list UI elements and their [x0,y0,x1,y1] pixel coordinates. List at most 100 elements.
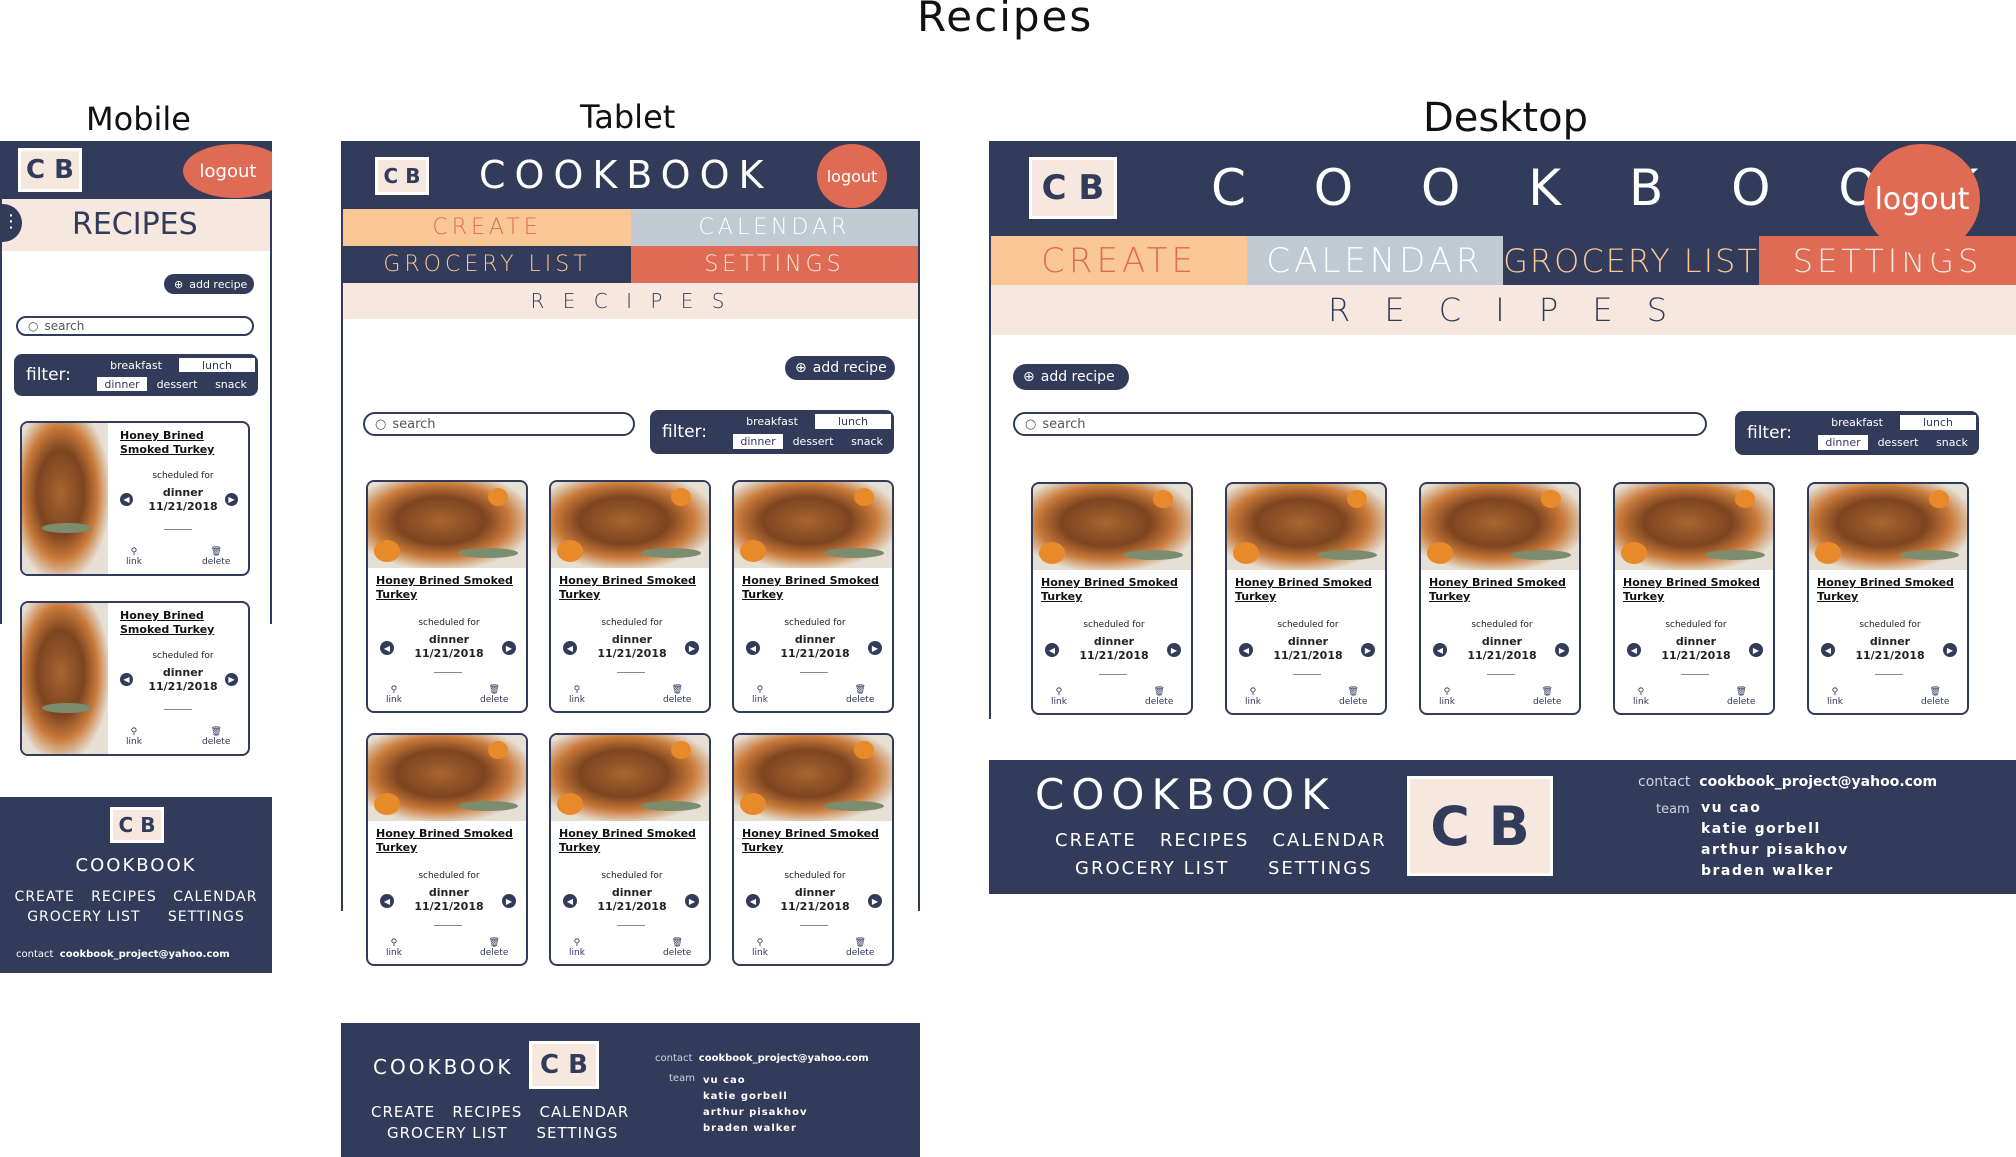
filter-breakfast[interactable]: breakfast [732,413,812,430]
recipe-title[interactable]: Honey Brined Smoked Turkey [120,609,214,637]
recipe-card[interactable]: Honey Brined Smoked Turkey scheduled for … [20,601,250,756]
link-icon[interactable]: ⚲ link [386,685,402,705]
chevron-right-icon[interactable]: ▶ [1943,643,1957,657]
logout-button[interactable]: logout [183,144,272,198]
filter-snack[interactable]: snack [842,433,892,450]
chevron-left-icon[interactable]: ◀ [120,673,133,686]
recipe-card[interactable]: Honey Brined Smoked Turkey scheduled for … [549,733,711,966]
chevron-left-icon[interactable]: ◀ [746,641,760,655]
link-icon[interactable]: ⚲ link [569,938,585,958]
recipe-card[interactable]: Honey Brined Smoked Turkey scheduled for … [1807,482,1969,715]
link-icon[interactable]: ⚲ link [1051,687,1067,707]
logo[interactable]: C B [375,157,429,195]
nav-calendar[interactable]: CALENDAR [1247,236,1503,285]
recipe-card[interactable]: Honey Brined Smoked Turkey scheduled for … [1613,482,1775,715]
footer-nav[interactable]: CREATE RECIPES CALENDAR [371,1103,629,1121]
recipe-title[interactable]: Honey Brined Smoked Turkey [1817,576,1954,604]
chevron-left-icon[interactable]: ◀ [1433,643,1447,657]
filter-dessert[interactable]: dessert [786,433,840,450]
trash-icon[interactable]: 🗑 delete [1727,687,1755,707]
filter-dinner[interactable]: dinner [1817,434,1869,451]
footer-nav[interactable]: CREATE RECIPES CALENDAR [1055,830,1387,851]
logo[interactable]: C B [1029,157,1117,219]
recipe-title[interactable]: Honey Brined Smoked Turkey [376,827,513,855]
chevron-right-icon[interactable]: ▶ [1361,643,1375,657]
chevron-right-icon[interactable]: ▶ [502,894,516,908]
add-recipe-button[interactable]: ⊕ add recipe [164,274,254,294]
recipe-card[interactable]: Honey Brined Smoked Turkey scheduled for … [20,421,250,576]
trash-icon[interactable]: 🗑 delete [480,685,508,705]
recipe-title[interactable]: Honey Brined Smoked Turkey [120,429,214,457]
link-icon[interactable]: ⚲ link [386,938,402,958]
link-icon[interactable]: ⚲ link [1827,687,1843,707]
chevron-left-icon[interactable]: ◀ [1239,643,1253,657]
add-recipe-button[interactable]: ⊕ add recipe [785,356,895,380]
chevron-left-icon[interactable]: ◀ [746,894,760,908]
recipe-title[interactable]: Honey Brined Smoked Turkey [559,574,696,602]
recipe-title[interactable]: Honey Brined Smoked Turkey [1429,576,1566,604]
search-input[interactable]: ○ search [363,412,635,436]
trash-icon[interactable]: 🗑 delete [1339,687,1367,707]
chevron-right-icon[interactable]: ▶ [225,493,238,506]
recipe-card[interactable]: Honey Brined Smoked Turkey scheduled for … [366,480,528,713]
chevron-left-icon[interactable]: ◀ [380,641,394,655]
trash-icon[interactable]: 🗑 delete [663,938,691,958]
chevron-right-icon[interactable]: ▶ [502,641,516,655]
nav-grocery-list[interactable]: GROCERY LIST [1503,236,1759,285]
recipe-card[interactable]: Honey Brined Smoked Turkey scheduled for … [366,733,528,966]
filter-lunch[interactable]: lunch [178,357,256,373]
filter-breakfast[interactable]: breakfast [1817,414,1897,431]
filter-dinner[interactable]: dinner [96,376,148,392]
trash-icon[interactable]: 🗑 delete [1921,687,1949,707]
recipe-title[interactable]: Honey Brined Smoked Turkey [559,827,696,855]
chevron-right-icon[interactable]: ▶ [1167,643,1181,657]
link-icon[interactable]: ⚲ link [1245,687,1261,707]
link-icon[interactable]: ⚲ link [752,938,768,958]
filter-snack[interactable]: snack [206,376,256,392]
nav-create[interactable]: CREATE [343,209,631,246]
search-input[interactable]: ○ search [1013,412,1707,436]
nav-create[interactable]: CREATE [991,236,1247,285]
contact-email[interactable]: cookbook_project@yahoo.com [699,1053,869,1064]
recipe-card[interactable]: Honey Brined Smoked Turkey scheduled for … [732,480,894,713]
recipe-title[interactable]: Honey Brined Smoked Turkey [742,574,879,602]
chevron-left-icon[interactable]: ◀ [1045,643,1059,657]
filter-dessert[interactable]: dessert [1871,434,1925,451]
filter-lunch[interactable]: lunch [1899,414,1977,431]
filter-dinner[interactable]: dinner [732,433,784,450]
trash-icon[interactable]: 🗑 delete [202,547,230,567]
recipe-title[interactable]: Honey Brined Smoked Turkey [376,574,513,602]
recipe-card[interactable]: Honey Brined Smoked Turkey scheduled for … [549,480,711,713]
chevron-left-icon[interactable]: ◀ [1821,643,1835,657]
add-recipe-button[interactable]: ⊕ add recipe [1013,364,1129,390]
contact-email[interactable]: cookbook_project@yahoo.com [1699,774,1937,790]
trash-icon[interactable]: 🗑 delete [846,685,874,705]
footer-nav[interactable]: GROCERY LIST SETTINGS [0,909,272,925]
trash-icon[interactable]: 🗑 delete [663,685,691,705]
logo[interactable]: C B [18,148,82,192]
link-icon[interactable]: ⚲ link [126,547,142,567]
chevron-right-icon[interactable]: ▶ [868,641,882,655]
chevron-right-icon[interactable]: ▶ [225,673,238,686]
contact-email[interactable]: cookbook_project@yahoo.com [60,949,230,960]
chevron-left-icon[interactable]: ◀ [1627,643,1641,657]
chevron-right-icon[interactable]: ▶ [1555,643,1569,657]
filter-dessert[interactable]: dessert [150,376,204,392]
chevron-right-icon[interactable]: ▶ [685,641,699,655]
recipe-card[interactable]: Honey Brined Smoked Turkey scheduled for … [1031,482,1193,715]
chevron-right-icon[interactable]: ▶ [1749,643,1763,657]
trash-icon[interactable]: 🗑 delete [846,938,874,958]
link-icon[interactable]: ⚲ link [752,685,768,705]
chevron-left-icon[interactable]: ◀ [380,894,394,908]
link-icon[interactable]: ⚲ link [126,727,142,747]
filter-lunch[interactable]: lunch [814,413,892,430]
filter-snack[interactable]: snack [1927,434,1977,451]
trash-icon[interactable]: 🗑 delete [1145,687,1173,707]
chevron-left-icon[interactable]: ◀ [120,493,133,506]
trash-icon[interactable]: 🗑 delete [480,938,508,958]
link-icon[interactable]: ⚲ link [569,685,585,705]
footer-nav[interactable]: GROCERY LIST SETTINGS [387,1124,618,1142]
recipe-title[interactable]: Honey Brined Smoked Turkey [1235,576,1372,604]
chevron-right-icon[interactable]: ▶ [868,894,882,908]
trash-icon[interactable]: 🗑 delete [202,727,230,747]
